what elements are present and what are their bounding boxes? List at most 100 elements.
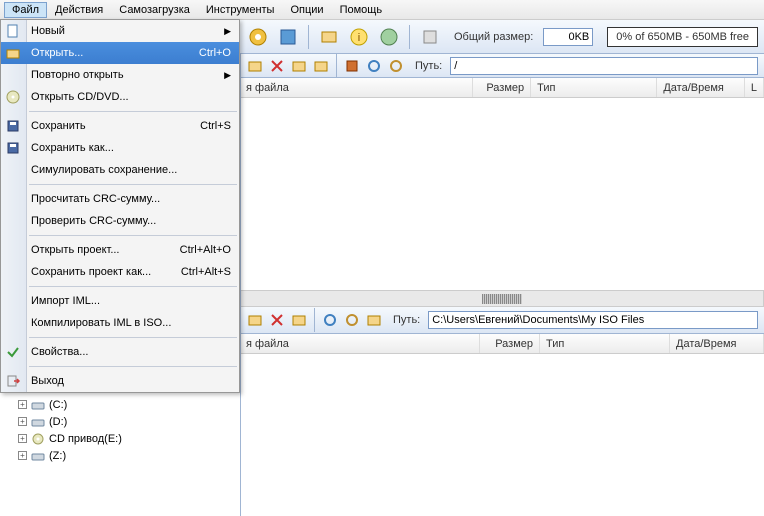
menu-actions[interactable]: Действия [47,2,111,18]
menu-compile-iml[interactable]: Компилировать IML в ISO... [1,312,239,334]
menu-label: Свойства... [31,346,88,358]
exit-icon [5,373,21,389]
menu-import-iml[interactable]: Импорт IML... [1,290,239,312]
separator [409,25,410,49]
menu-reopen[interactable]: Повторно открыть ▶ [1,64,239,86]
menu-label: Симулировать сохранение... [31,164,177,176]
gear-icon[interactable] [321,311,339,329]
menu-open[interactable]: Открыть... Ctrl+O [1,42,239,64]
nav-btn[interactable] [312,57,330,75]
tree-item-drive-c[interactable]: + (C:) [2,396,238,413]
horizontal-scrollbar[interactable] [240,290,764,307]
col-size[interactable]: Размер [480,334,540,353]
expand-icon[interactable]: + [18,400,27,409]
total-size-value: 0KB [543,28,593,46]
toolbar-btn-1[interactable] [246,25,270,49]
toolbar-btn-6[interactable] [418,25,442,49]
col-type[interactable]: Тип [531,78,657,97]
menu-label: Сохранить проект как... [31,266,151,278]
expand-icon[interactable]: + [18,417,27,426]
upper-path-input[interactable] [450,57,758,75]
size-progress-bar: 0% of 650MB - 650MB free [607,27,758,47]
toolbar-btn-3[interactable] [317,25,341,49]
col-date[interactable]: Дата/Время [670,334,764,353]
menu-shortcut: Ctrl+O [199,47,231,59]
menu-file[interactable]: Файл [4,2,47,18]
open-folder-icon [5,45,21,61]
info-icon[interactable]: i [347,25,371,49]
menu-label: Новый [31,25,65,37]
tree-label: CD привод(E:) [49,433,122,445]
menu-tools[interactable]: Инструменты [198,2,283,18]
separator [314,308,315,332]
expand-icon[interactable]: + [18,434,27,443]
toolbar-btn-5[interactable] [377,25,401,49]
col-type[interactable]: Тип [540,334,670,353]
drive-icon [30,398,46,412]
file-menu-dropdown: Новый ▶ Открыть... Ctrl+O Повторно откры… [0,19,240,393]
gear-icon[interactable] [387,57,405,75]
menu-new[interactable]: Новый ▶ [1,20,239,42]
nav-btn[interactable] [246,57,264,75]
menu-verify-crc[interactable]: Проверить CRC-сумму... [1,210,239,232]
menu-save-as[interactable]: Сохранить как... [1,137,239,159]
save-icon [5,118,21,134]
cube-icon[interactable] [343,57,361,75]
lower-list-header: я файла Размер Тип Дата/Время [240,334,764,354]
menu-separator [29,337,237,338]
menu-label: Импорт IML... [31,295,100,307]
cd-icon [5,89,21,105]
cd-icon [30,432,46,446]
menu-exit[interactable]: Выход [1,370,239,392]
toolbar-btn-2[interactable] [276,25,300,49]
menu-separator [29,235,237,236]
menu-separator [29,286,237,287]
menu-label: Открыть проект... [31,244,120,256]
menu-open-project[interactable]: Открыть проект... Ctrl+Alt+O [1,239,239,261]
tree-item-drive-d[interactable]: + (D:) [2,413,238,430]
menu-help[interactable]: Помощь [332,2,391,18]
menu-separator [29,111,237,112]
separator [336,54,337,78]
menu-properties[interactable]: Свойства... [1,341,239,363]
svg-text:i: i [358,32,360,44]
gear-icon[interactable] [365,57,383,75]
menu-shortcut: Ctrl+Alt+S [181,266,231,278]
new-file-icon [5,23,21,39]
nav-btn[interactable] [290,311,308,329]
tree-label: (Z:) [49,450,66,462]
expand-icon[interactable]: + [18,451,27,460]
menu-open-cd[interactable]: Открыть CD/DVD... [1,86,239,108]
upper-list-header: я файла Размер Тип Дата/Время L [240,78,764,98]
col-name[interactable]: я файла [240,334,480,353]
menu-shortcut: Ctrl+Alt+O [180,244,231,256]
delete-icon[interactable] [268,57,286,75]
menu-simulate-save[interactable]: Симулировать сохранение... [1,159,239,181]
nav-btn[interactable] [246,311,264,329]
menu-save-project-as[interactable]: Сохранить проект как... Ctrl+Alt+S [1,261,239,283]
path-label: Путь: [415,60,442,72]
col-date[interactable]: Дата/Время [657,78,745,97]
delete-icon[interactable] [268,311,286,329]
menu-options[interactable]: Опции [282,2,331,18]
menu-label: Выход [31,375,64,387]
menu-calc-crc[interactable]: Просчитать CRC-сумму... [1,188,239,210]
nav-btn[interactable] [290,57,308,75]
nav-btn[interactable] [365,311,383,329]
tree-label: (C:) [49,399,67,411]
lower-path-toolbar: Путь: [240,307,764,334]
menu-shortcut: Ctrl+S [200,120,231,132]
col-extra[interactable]: L [745,78,764,97]
total-size-label: Общий размер: [454,31,533,43]
menu-label: Сохранить как... [31,142,114,154]
lower-path-input[interactable] [428,311,758,329]
menu-separator [29,184,237,185]
tree-item-drive-z[interactable]: + (Z:) [2,447,238,464]
menu-save[interactable]: Сохранить Ctrl+S [1,115,239,137]
col-name[interactable]: я файла [240,78,473,97]
col-size[interactable]: Размер [473,78,531,97]
menu-label: Повторно открыть [31,69,124,81]
tree-item-cd-drive[interactable]: + CD привод(E:) [2,430,238,447]
gear-icon[interactable] [343,311,361,329]
menu-bootable[interactable]: Самозагрузка [111,2,198,18]
